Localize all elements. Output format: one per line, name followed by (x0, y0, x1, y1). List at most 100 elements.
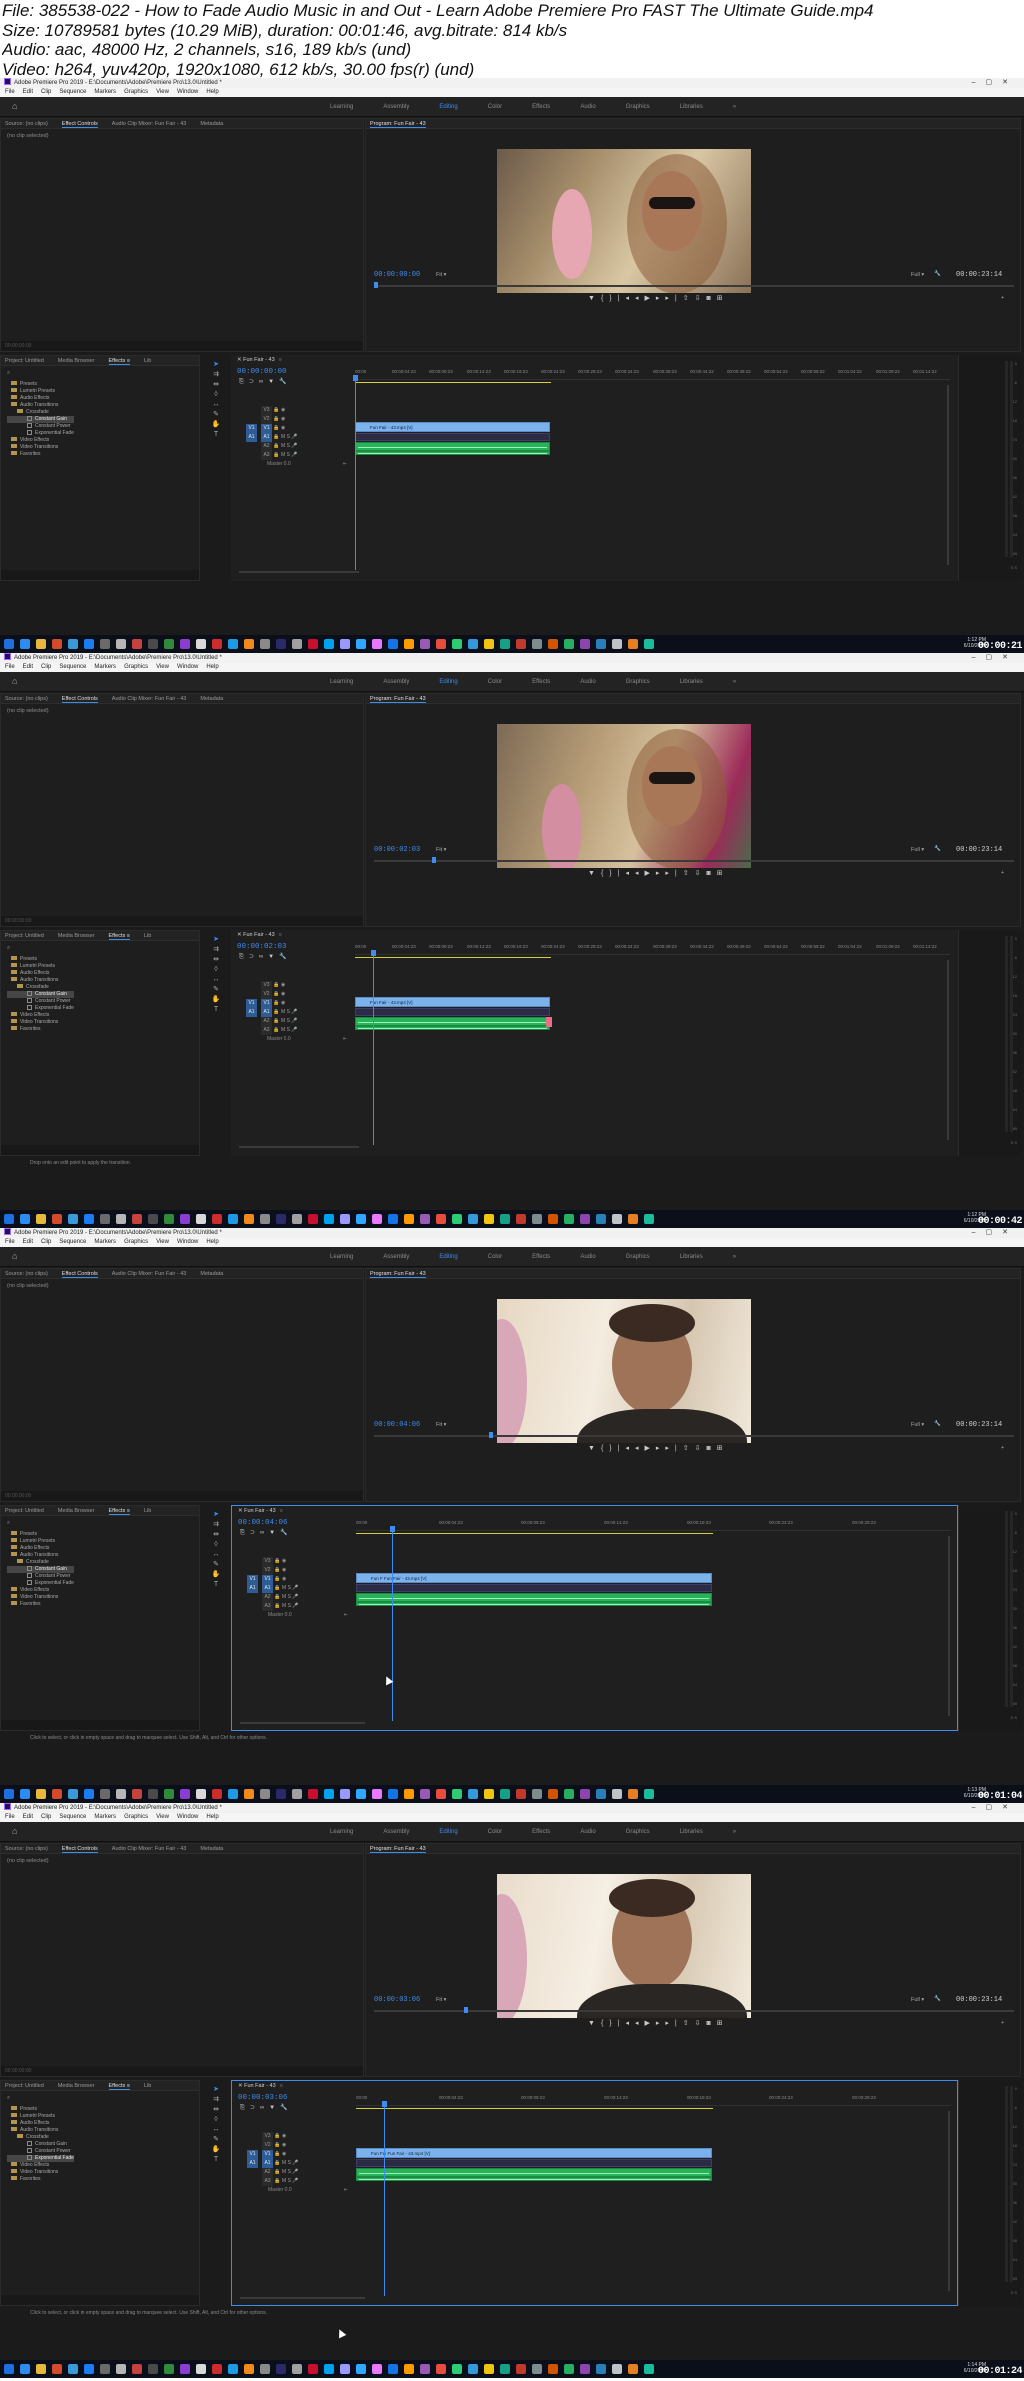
taskbar-app-icon[interactable] (292, 2364, 302, 2374)
taskbar-app-icon[interactable] (420, 1214, 430, 1224)
program-monitor-title[interactable]: Program: Fun Fair - 43 (370, 121, 426, 128)
pen-tool-icon[interactable]: ✎ (211, 2135, 221, 2145)
taskbar-app-icon[interactable] (212, 2364, 222, 2374)
timeline-playhead-handle[interactable] (382, 2101, 387, 2107)
effects-item-constant-gain[interactable]: Constant Gain (7, 1566, 74, 1573)
eye-icon[interactable]: ◉ (281, 991, 285, 997)
taskbar-app-icon[interactable] (68, 639, 78, 649)
effects-item-crossfade[interactable]: Crossfade (7, 1559, 74, 1566)
effects-item-lumetri-presets[interactable]: Lumetri Presets (7, 1538, 74, 1545)
mic-icon[interactable]: M S 🎤 (282, 1585, 299, 1591)
hand-tool-icon[interactable]: ✋ (211, 2145, 221, 2155)
taskbar-app-icon[interactable] (516, 639, 526, 649)
effects-item-constant-power[interactable]: Constant Power (7, 998, 74, 1005)
effects-item-exponential-fade[interactable]: Exponential Fade (7, 2155, 74, 2162)
menu-file[interactable]: File (5, 1814, 15, 1820)
fit-dropdown[interactable]: Fit ▾ (436, 272, 446, 278)
program-playhead[interactable] (374, 282, 378, 288)
track-target-a2[interactable]: A2 (262, 1593, 273, 1602)
text-tool-icon[interactable]: T (211, 1005, 221, 1015)
resolution-dropdown[interactable]: Full ▾ (911, 1997, 924, 2003)
taskbar-app-icon[interactable] (324, 1789, 334, 1799)
workspace-tab-editing[interactable]: Editing (439, 679, 457, 685)
taskbar-app-icon[interactable] (356, 2364, 366, 2374)
selection-tool-icon[interactable]: ➤ (211, 2085, 221, 2095)
effects-search-input[interactable]: ⌕ (1, 2091, 199, 2102)
eye-icon[interactable]: ◉ (281, 982, 285, 988)
camera-icon[interactable]: ◙ (706, 2020, 716, 2027)
effects-item-video-effects[interactable]: Video Effects (7, 1587, 74, 1594)
effects-item-audio-transitions[interactable]: Audio Transitions (7, 402, 74, 409)
taskbar-app-icon[interactable] (20, 1789, 30, 1799)
taskbar-app-icon[interactable] (212, 1214, 222, 1224)
track-target-v2[interactable]: V2 (262, 1566, 273, 1575)
menu-window[interactable]: Window (177, 1239, 198, 1245)
workspace-tab-more[interactable]: » (733, 679, 736, 685)
taskbar-app-icon[interactable] (228, 639, 238, 649)
lock-icon[interactable]: 🔒 (272, 1000, 281, 1006)
workspace-tab-audio[interactable]: Audio (580, 1829, 595, 1835)
taskbar-app-icon[interactable] (388, 1789, 398, 1799)
taskbar-app-icon[interactable] (36, 639, 46, 649)
taskbar-app-icon[interactable] (500, 639, 510, 649)
program-monitor-title[interactable]: Program: Fun Fair - 43 (370, 1846, 426, 1853)
tab-audio-clip-mixer[interactable]: Audio Clip Mixer: Fun Fair - 43 (112, 121, 187, 127)
effects-item-audio-effects[interactable]: Audio Effects (7, 395, 74, 402)
lock-icon[interactable]: 🔒 (272, 1018, 281, 1024)
taskbar-app-icon[interactable] (500, 1789, 510, 1799)
menu-window[interactable]: Window (177, 89, 198, 95)
audio-clip-a2[interactable] (356, 2168, 712, 2177)
effects-item-constant-power[interactable]: Constant Power (7, 2148, 74, 2155)
workspace-tab-libraries[interactable]: Libraries (680, 104, 703, 110)
ripple-edit-icon[interactable]: ⇹ (211, 1530, 221, 1540)
taskbar-app-icon[interactable] (276, 639, 286, 649)
eye-icon[interactable]: ◉ (282, 2151, 286, 2157)
taskbar-app-icon[interactable] (548, 1789, 558, 1799)
taskbar-app-icon[interactable] (212, 639, 222, 649)
track-target-a3[interactable]: A3 (262, 1602, 273, 1611)
lock-icon[interactable]: 🔒 (273, 1576, 282, 1582)
track-target-a2[interactable]: A2 (261, 442, 272, 451)
taskbar-app-icon[interactable] (116, 1214, 126, 1224)
taskbar-app-icon[interactable] (260, 639, 270, 649)
pen-tool-icon[interactable]: ✎ (211, 1560, 221, 1570)
wrench-icon[interactable]: 🔧 (934, 1996, 941, 2002)
razor-tool-icon[interactable]: ◊ (211, 965, 221, 975)
taskbar-app-icon[interactable] (164, 2364, 174, 2374)
workspace-tab-libraries[interactable]: Libraries (680, 1254, 703, 1260)
nest-icon[interactable]: ⎘ (239, 379, 249, 385)
source-patch-v1[interactable]: V1 (247, 1575, 258, 1584)
taskbar-app-icon[interactable] (484, 2364, 494, 2374)
tab-audio-clip-mixer[interactable]: Audio Clip Mixer: Fun Fair - 43 (112, 1846, 187, 1852)
taskbar-app-icon[interactable] (500, 1214, 510, 1224)
video-clip[interactable]: Fun Fair - 43.mp4 [V] (355, 422, 550, 432)
track-select-icon[interactable]: ⇉ (211, 1520, 221, 1530)
timeline-horizontal-scrollbar[interactable] (240, 1722, 365, 1724)
home-icon[interactable]: ⌂ (12, 102, 21, 111)
workspace-tab-effects[interactable]: Effects (532, 679, 550, 685)
mic-icon[interactable]: M S 🎤 (282, 1594, 299, 1600)
workspace-tab-audio[interactable]: Audio (580, 104, 595, 110)
workspace-tab-assembly[interactable]: Assembly (383, 1829, 409, 1835)
lock-icon[interactable]: 🔒 (272, 982, 281, 988)
workspace-tab-color[interactable]: Color (488, 679, 502, 685)
taskbar-app-icon[interactable] (180, 639, 190, 649)
timeline-playhead-line[interactable] (392, 1531, 393, 1721)
tab-project[interactable]: Project: Untitled (5, 1508, 44, 1514)
taskbar-app-icon[interactable] (20, 2364, 30, 2374)
taskbar-app-icon[interactable] (4, 639, 14, 649)
taskbar-app-icon[interactable] (564, 1214, 574, 1224)
effects-item-audio-transitions[interactable]: Audio Transitions (7, 977, 74, 984)
track-target-a1[interactable]: A1 (261, 433, 272, 442)
taskbar-app-icon[interactable] (404, 2364, 414, 2374)
taskbar-app-icon[interactable] (452, 639, 462, 649)
text-tool-icon[interactable]: T (211, 2155, 221, 2165)
effects-item-video-transitions[interactable]: Video Transitions (7, 1019, 74, 1026)
workspace-tab-color[interactable]: Color (488, 1829, 502, 1835)
eye-icon[interactable]: ◉ (282, 1567, 286, 1573)
tab-effects[interactable]: Effects ≡ (108, 933, 130, 940)
lock-icon[interactable]: 🔒 (273, 2160, 282, 2166)
taskbar-app-icon[interactable] (388, 2364, 398, 2374)
eye-icon[interactable]: ◉ (281, 1000, 285, 1006)
track-target-a3[interactable]: A3 (261, 1026, 272, 1035)
